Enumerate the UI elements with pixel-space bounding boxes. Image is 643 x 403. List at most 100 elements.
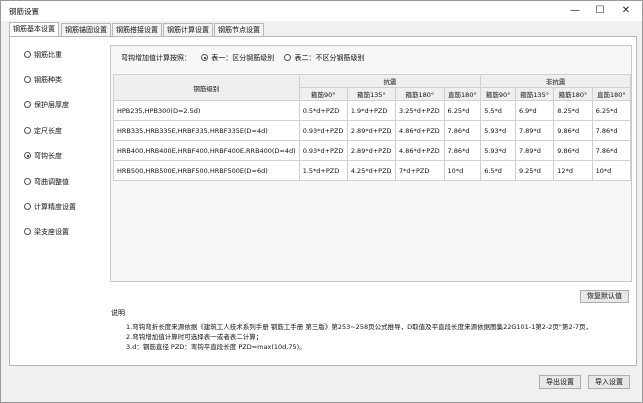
sidebar-item-label: 梁支座设置 (34, 228, 69, 236)
grade-cell: HRB400,HRB400E,HRBF400,HRBF400E,RRB400(D… (113, 140, 300, 161)
table-cell[interactable]: 5.93*d (480, 140, 516, 161)
table-cell[interactable]: 1.5*d+PZD (298, 160, 348, 181)
column-header: 直筋180° (443, 87, 482, 101)
table-cell[interactable]: 5.5*d (480, 100, 516, 121)
table-cell[interactable]: 10*d (591, 160, 632, 181)
table-cell[interactable]: 3.25*d+PZD (395, 100, 445, 121)
sidebar-item-label: 保护层厚度 (34, 101, 69, 109)
table-cell[interactable]: 12*d (553, 160, 593, 181)
grade-header: 钢筋级别 (113, 74, 300, 101)
table-cell[interactable]: 9.25*d (514, 160, 555, 181)
table-cell[interactable]: 7.86*d (443, 120, 482, 141)
radio-icon (284, 54, 292, 61)
tab-anchorage[interactable]: 钢筋锚固设置 (61, 23, 111, 37)
hook-length-table: 钢筋级别 抗震 非抗震 箍筋90° 箍筋135° 箍筋180° 直筋180° 箍… (113, 74, 632, 181)
table-cell[interactable]: 2.89*d+PZD (346, 140, 397, 161)
table-cell[interactable]: 7.86*d (591, 120, 632, 141)
radio-icon (24, 51, 31, 58)
table-cell[interactable]: 7.86*d (591, 140, 632, 161)
radio-icon (24, 127, 31, 134)
hook-length-box: 弯钩增加值计算按照： 表一：区分钢筋级别 表二：不区分钢筋级别 钢筋级别 抗震 … (110, 45, 632, 282)
radio-icon (24, 228, 31, 235)
table-cell[interactable]: 7*d+PZD (395, 160, 445, 181)
column-header: 箍筋90° (298, 87, 348, 101)
tab-calculation[interactable]: 钢筋计算设置 (163, 23, 213, 37)
sidebar-item-bend-adjust[interactable]: 弯曲调整值 (24, 176, 69, 188)
tab-basic[interactable]: 钢筋基本设置 (9, 22, 59, 37)
method-option-1[interactable]: 表一：区分钢筋级别 (201, 54, 274, 62)
tab-node[interactable]: 钢筋节点设置 (214, 23, 264, 37)
note-line: 1.弯钩弯折长度来源依据《建筑工人技术系列手册 钢筋工手册 第三版》第253~2… (126, 323, 593, 331)
sidebar-item-fixed-length[interactable]: 定尺长度 (24, 125, 62, 137)
table-cell[interactable]: 6.25*d (443, 100, 482, 121)
table-row: HRB500,HRB500E,HRBF500,HRBF500E(D=6d) 1.… (113, 160, 632, 181)
calc-method-row: 弯钩增加值计算按照： 表一：区分钢筋级别 表二：不区分钢筋级别 (121, 52, 364, 64)
sidebar-item-beam-support[interactable]: 梁支座设置 (24, 226, 69, 238)
radio-icon (24, 101, 31, 108)
seismic-header: 抗震 (298, 74, 482, 88)
close-icon[interactable]: ✕ (618, 4, 634, 18)
radio-icon (24, 76, 31, 83)
tab-lap[interactable]: 钢筋搭接设置 (112, 23, 162, 37)
calc-method-label: 弯钩增加值计算按照： (121, 54, 191, 62)
table-cell[interactable]: 9.86*d (553, 140, 593, 161)
radio-icon (24, 178, 31, 185)
grade-cell: HRB335,HRB335E,HRBF335,HRBF335E(D=4d) (113, 120, 300, 141)
column-header: 箍筋90° (480, 87, 516, 101)
radio-selected-icon (201, 54, 209, 61)
notes-label: 说明 (111, 309, 125, 317)
column-header: 直筋180° (591, 87, 632, 101)
table-cell[interactable]: 7.86*d (443, 140, 482, 161)
import-settings-button[interactable]: 导入设置 (588, 375, 630, 389)
table-cell[interactable]: 4.86*d+PZD (395, 120, 445, 141)
table-cell[interactable]: 7.89*d (514, 120, 555, 141)
table-cell[interactable]: 7.89*d (514, 140, 555, 161)
sidebar-item-types[interactable]: 钢筋种类 (24, 74, 62, 86)
non-seismic-header: 非抗震 (480, 74, 631, 88)
table-row: HPB235,HPB300(D=2.5d) 0.5*d+PZD 1.9*d+PZ… (113, 100, 632, 121)
table-cell[interactable]: 6.25*d (591, 100, 632, 121)
sidebar-item-precision[interactable]: 计算精度设置 (24, 201, 76, 213)
sidebar-item-weight[interactable]: 钢筋比重 (24, 49, 62, 61)
table-header-row: 钢筋级别 抗震 非抗震 (113, 74, 631, 101)
table-row: HRB400,HRB400E,HRBF400,HRBF400E,RRB400(D… (113, 140, 632, 161)
table-cell[interactable]: 1.9*d+PZD (346, 100, 397, 121)
sidebar-item-label: 计算精度设置 (34, 203, 76, 211)
sidebar-item-label: 钢筋种类 (34, 76, 62, 84)
basic-settings-panel: 钢筋比重 钢筋种类 保护层厚度 定尺长度 弯钩长度 弯曲调整值 计算精度设置 梁… (9, 36, 637, 366)
table-cell[interactable]: 6.5*d (480, 160, 516, 181)
table-cell[interactable]: 0.93*d+PZD (298, 120, 348, 141)
table-cell[interactable]: 0.93*d+PZD (298, 140, 348, 161)
table-row: HRB335,HRB335E,HRBF335,HRBF335E(D=4d) 0.… (113, 120, 632, 141)
sidebar-item-label: 弯钩长度 (34, 152, 62, 160)
sidebar-item-cover[interactable]: 保护层厚度 (24, 99, 69, 111)
settings-window: 钢筋设置 — ☐ ✕ 钢筋基本设置 钢筋锚固设置 钢筋搭接设置 钢筋计算设置 钢… (0, 0, 643, 403)
maximize-icon[interactable]: ☐ (592, 4, 608, 18)
table-cell[interactable]: 9.86*d (553, 120, 593, 141)
table-cell[interactable]: 10*d (443, 160, 482, 181)
table-cell[interactable]: 0.5*d+PZD (298, 100, 348, 121)
method-option-2[interactable]: 表二：不区分钢筋级别 (284, 54, 364, 62)
table-cell[interactable]: 2.89*d+PZD (346, 120, 397, 141)
restore-defaults-button[interactable]: 恢复默认值 (580, 290, 629, 303)
column-header: 箍筋135° (514, 87, 555, 101)
window-title: 钢筋设置 (9, 7, 39, 16)
grade-cell: HRB500,HRB500E,HRBF500,HRBF500E(D=6d) (113, 160, 300, 181)
sidebar-item-hook-length[interactable]: 弯钩长度 (24, 150, 62, 162)
table-cell[interactable]: 4.25*d+PZD (346, 160, 397, 181)
table-cell[interactable]: 5.93*d (480, 120, 516, 141)
note-line: 2.弯钩增加值计算时可选择表一或者表二计算； (126, 333, 263, 341)
table-cell[interactable]: 8.25*d (553, 100, 593, 121)
table-cell[interactable]: 4.86*d+PZD (395, 140, 445, 161)
sidebar-item-label: 弯曲调整值 (34, 178, 69, 186)
export-settings-button[interactable]: 导出设置 (539, 375, 581, 389)
grade-cell: HPB235,HPB300(D=2.5d) (113, 100, 300, 121)
method-option-label: 表一：区分钢筋级别 (211, 54, 275, 62)
column-header: 箍筋135° (346, 87, 397, 101)
table-cell[interactable]: 6.9*d (514, 100, 555, 121)
minimize-icon[interactable]: — (567, 4, 583, 18)
radio-selected-icon (24, 152, 31, 159)
method-option-label: 表二：不区分钢筋级别 (294, 54, 365, 62)
title-bar: 钢筋设置 — ☐ ✕ (1, 1, 642, 21)
radio-icon (24, 203, 31, 210)
